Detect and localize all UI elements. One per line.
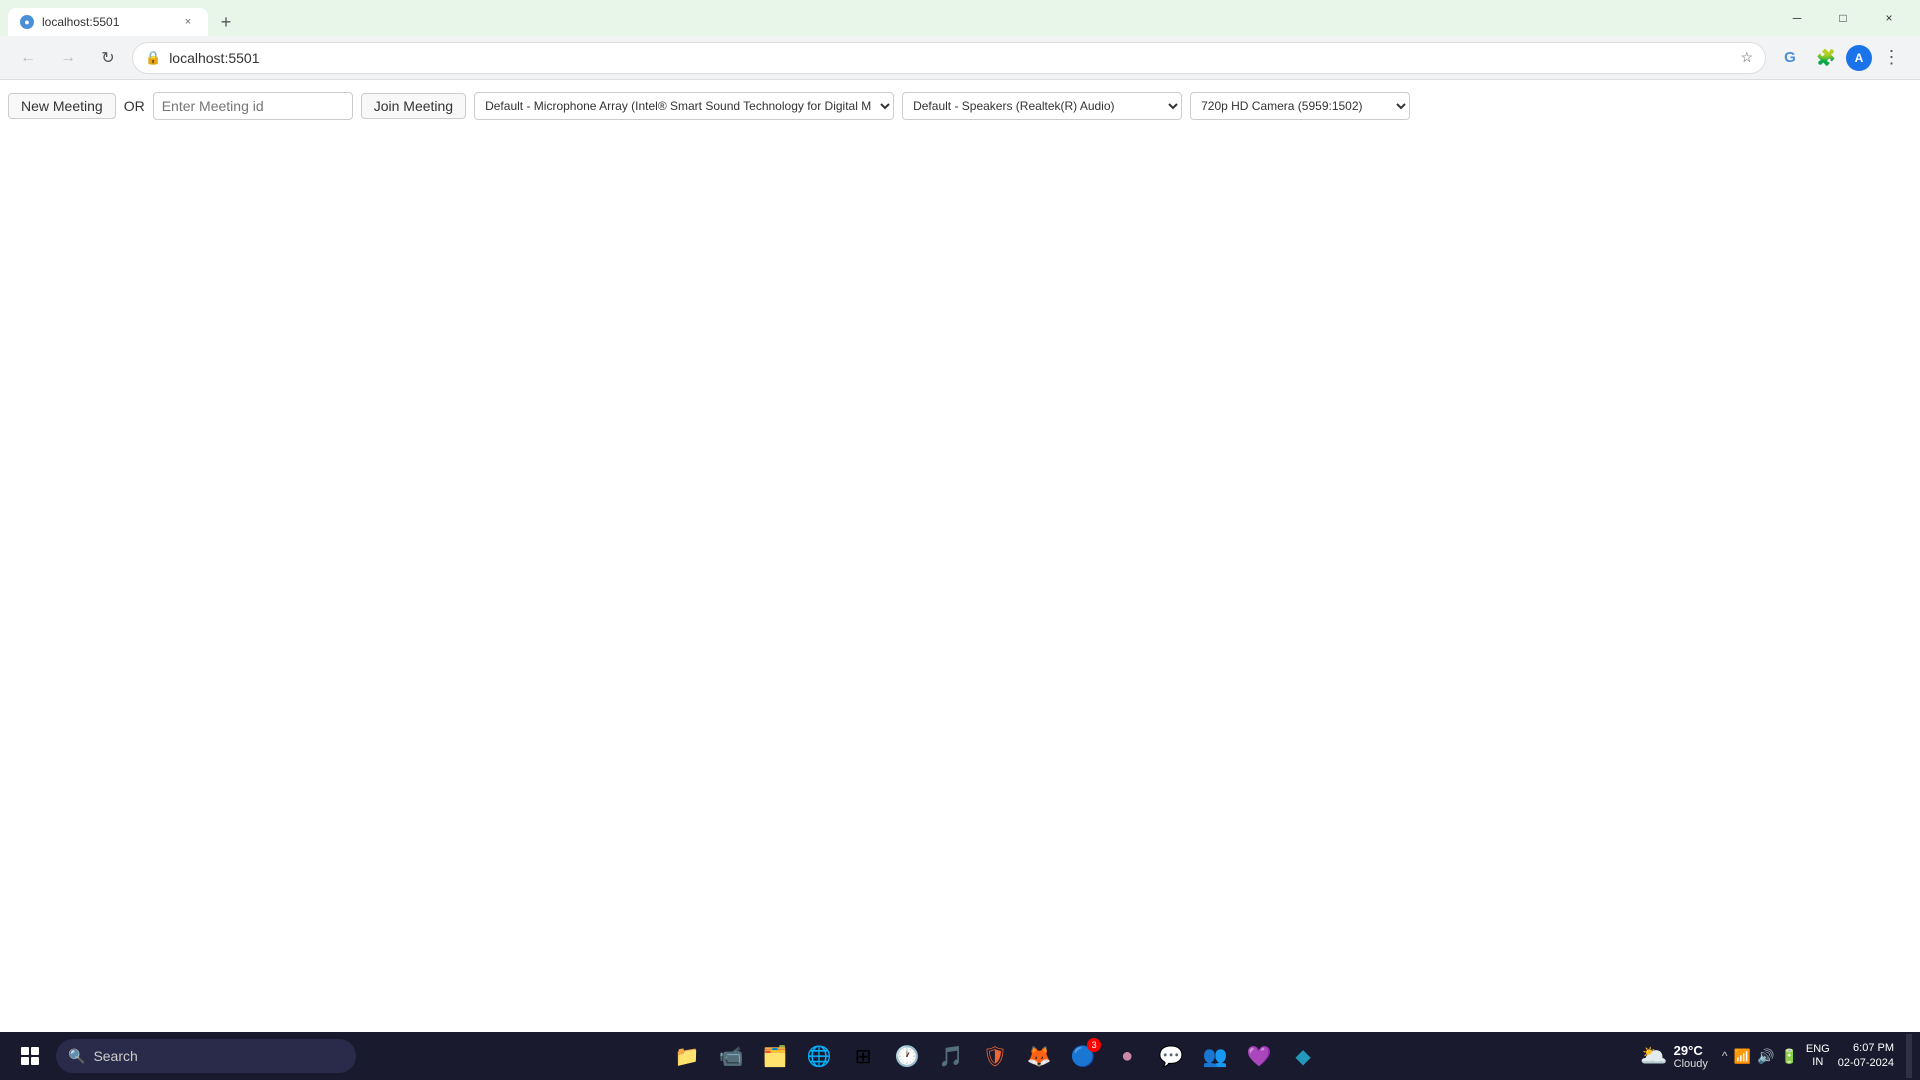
- taskbar-app-grid[interactable]: ⊞: [843, 1036, 883, 1076]
- weather-widget[interactable]: 🌥️ 29°C Cloudy: [1634, 1043, 1714, 1070]
- tab-title: localhost:5501: [42, 15, 172, 29]
- speaker-select[interactable]: Default - Speakers (Realtek(R) Audio): [902, 92, 1182, 120]
- google-translate-button[interactable]: G: [1774, 42, 1806, 74]
- url-text: localhost:5501: [169, 50, 1732, 66]
- page-content: New Meeting OR Join Meeting Default - Mi…: [0, 80, 1920, 1080]
- more-icon: ⋮: [1883, 47, 1902, 68]
- taskbar-app-folder[interactable]: 🗂️: [755, 1036, 795, 1076]
- taskbar-app-edge[interactable]: 🌐: [799, 1036, 839, 1076]
- chrome-badge: 3: [1087, 1038, 1101, 1052]
- close-button[interactable]: ×: [1866, 0, 1912, 36]
- taskbar-app-chrome2[interactable]: ●: [1107, 1036, 1147, 1076]
- taskbar-app-clock[interactable]: 🕐: [887, 1036, 927, 1076]
- weather-desc: Cloudy: [1674, 1058, 1708, 1070]
- controls-row: New Meeting OR Join Meeting Default - Mi…: [8, 88, 1912, 124]
- tab-favicon: ●: [20, 15, 34, 29]
- search-bar[interactable]: 🔍 Search: [56, 1039, 356, 1073]
- taskbar-app-vscode[interactable]: ◆: [1283, 1036, 1323, 1076]
- taskbar-app-firefox[interactable]: 🦊: [1019, 1036, 1059, 1076]
- more-options-button[interactable]: ⋮: [1876, 42, 1908, 74]
- taskbar: 🔍 Search 📁 📹 🗂️ 🌐 ⊞ 🕐 🎵 🛡 🦊 🔵 3 ● 💬 👥 💜: [0, 1032, 1920, 1080]
- taskbar-apps: 📁 📹 🗂️ 🌐 ⊞ 🕐 🎵 🛡 🦊 🔵 3 ● 💬 👥 💜 ◆: [356, 1036, 1634, 1076]
- address-bar[interactable]: 🔒 localhost:5501 ☆: [132, 42, 1766, 74]
- windows-icon: [21, 1047, 39, 1065]
- join-meeting-button[interactable]: Join Meeting: [361, 93, 466, 119]
- tray-icons: ^ 📶 🔊 🔋: [1722, 1048, 1798, 1065]
- weather-icon: 🌥️: [1640, 1043, 1667, 1069]
- taskbar-app-meet[interactable]: 📹: [711, 1036, 751, 1076]
- taskbar-app-shield[interactable]: 🛡: [975, 1036, 1015, 1076]
- weather-temp: 29°C: [1674, 1043, 1708, 1058]
- profile-button[interactable]: A: [1846, 45, 1872, 71]
- profile-letter: A: [1855, 51, 1864, 65]
- taskbar-app-chrome[interactable]: 🔵 3: [1063, 1036, 1103, 1076]
- taskbar-app-teams[interactable]: 👥: [1195, 1036, 1235, 1076]
- new-meeting-button[interactable]: New Meeting: [8, 93, 116, 119]
- language-indicator[interactable]: ENG IN: [1806, 1043, 1830, 1069]
- tray-expand-chevron[interactable]: ^: [1722, 1049, 1728, 1063]
- active-tab[interactable]: ● localhost:5501 ×: [8, 8, 208, 36]
- page-body: [8, 124, 1912, 1072]
- microphone-select[interactable]: Default - Microphone Array (Intel® Smart…: [474, 92, 894, 120]
- taskbar-app-files[interactable]: 📁: [667, 1036, 707, 1076]
- taskbar-left: 🔍 Search: [8, 1034, 356, 1078]
- taskbar-right: 🌥️ 29°C Cloudy ^ 📶 🔊 🔋 ENG IN 6:07 PM 02…: [1634, 1034, 1912, 1078]
- extensions-button[interactable]: 🧩: [1810, 42, 1842, 74]
- search-placeholder-text: Search: [93, 1048, 137, 1064]
- meeting-id-input[interactable]: [153, 92, 353, 120]
- new-tab-button[interactable]: +: [212, 8, 240, 36]
- taskbar-app-discord[interactable]: 💬: [1151, 1036, 1191, 1076]
- window-controls: ─ □ ×: [1774, 0, 1912, 36]
- taskbar-app-music[interactable]: 🎵: [931, 1036, 971, 1076]
- search-icon: 🔍: [68, 1048, 85, 1065]
- title-bar: ● localhost:5501 × + ─ □ ×: [0, 0, 1920, 36]
- camera-select[interactable]: 720p HD Camera (5959:1502): [1190, 92, 1410, 120]
- reload-button[interactable]: ↻: [92, 42, 124, 74]
- taskbar-app-purple[interactable]: 💜: [1239, 1036, 1279, 1076]
- back-button[interactable]: ←: [12, 42, 44, 74]
- maximize-button[interactable]: □: [1820, 0, 1866, 36]
- tab-bar: ● localhost:5501 × +: [8, 0, 1758, 36]
- bookmark-star-icon[interactable]: ☆: [1740, 49, 1753, 66]
- start-button[interactable]: [8, 1034, 52, 1078]
- or-label: OR: [124, 98, 145, 114]
- tray-wifi-icon[interactable]: 📶: [1734, 1048, 1751, 1065]
- nav-right-icons: G 🧩 A ⋮: [1774, 42, 1908, 74]
- tray-speaker-icon[interactable]: 🔊: [1757, 1048, 1774, 1065]
- show-desktop-button[interactable]: [1906, 1034, 1912, 1078]
- tray-battery-icon[interactable]: 🔋: [1780, 1048, 1797, 1065]
- minimize-button[interactable]: ─: [1774, 0, 1820, 36]
- system-clock[interactable]: 6:07 PM 02-07-2024: [1838, 1041, 1894, 1072]
- navigation-bar: ← → ↻ 🔒 localhost:5501 ☆ G 🧩 A ⋮: [0, 36, 1920, 80]
- tab-close-button[interactable]: ×: [180, 14, 196, 30]
- lock-icon: 🔒: [145, 50, 161, 66]
- forward-button[interactable]: →: [52, 42, 84, 74]
